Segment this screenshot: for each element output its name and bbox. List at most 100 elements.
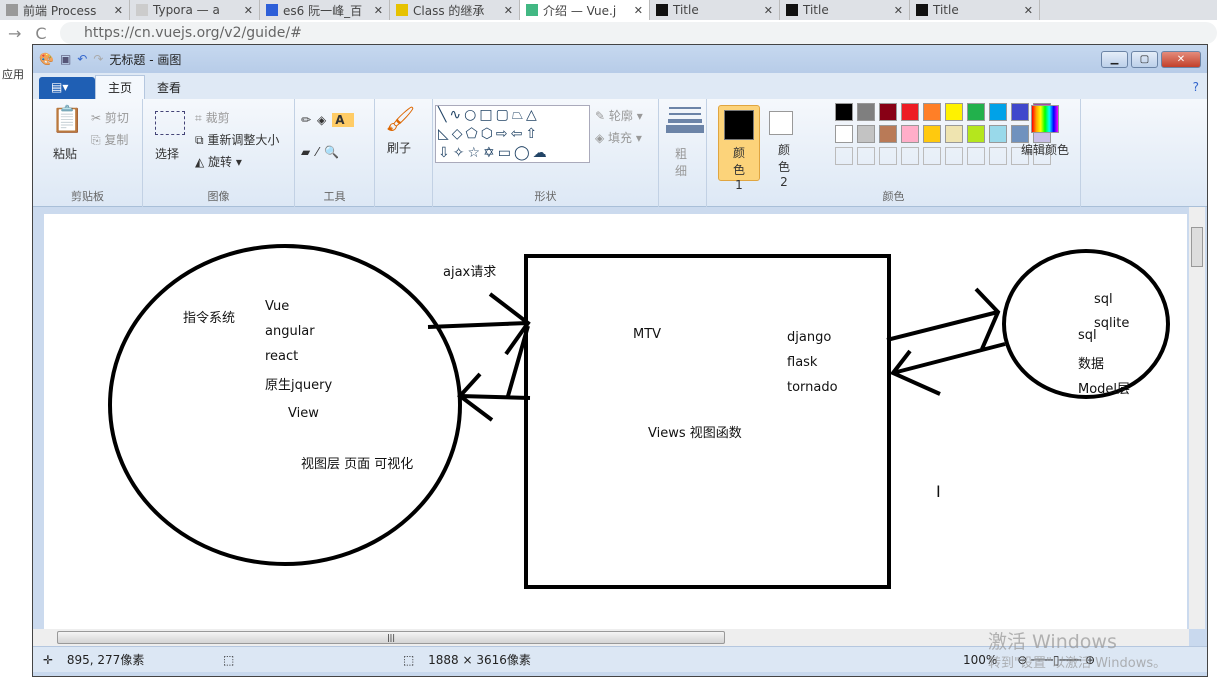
tab-home[interactable]: 主页 — [95, 75, 146, 99]
close-tab-icon[interactable]: ✕ — [1024, 4, 1033, 17]
close-tab-icon[interactable]: ✕ — [894, 4, 903, 17]
label-sql-2: sql — [1078, 328, 1097, 343]
empty-color-swatch[interactable] — [967, 147, 985, 165]
clipboard-label: 剪贴板 — [71, 190, 104, 203]
color-swatch[interactable] — [967, 125, 985, 143]
redo-icon[interactable]: ↷ — [93, 52, 103, 66]
close-tab-icon[interactable]: ✕ — [504, 4, 513, 17]
color-swatch[interactable] — [901, 125, 919, 143]
maximize-button[interactable]: ▢ — [1131, 50, 1158, 68]
color-swatch[interactable] — [967, 103, 985, 121]
vertical-scrollbar[interactable] — [1189, 207, 1205, 629]
color-swatch[interactable] — [835, 103, 853, 121]
select-icon — [155, 111, 185, 135]
color-swatch[interactable] — [879, 125, 897, 143]
color-swatch[interactable] — [879, 103, 897, 121]
empty-color-swatch[interactable] — [835, 147, 853, 165]
empty-color-swatch[interactable] — [945, 147, 963, 165]
color-swatch[interactable] — [901, 103, 919, 121]
empty-color-swatch[interactable] — [923, 147, 941, 165]
drawing-canvas[interactable]: 指令系统 Vue angular react 原生jquery View 视图层… — [44, 214, 1187, 629]
color-swatch[interactable] — [989, 103, 1007, 121]
save-icon[interactable]: ▣ — [60, 52, 71, 66]
browser-tab[interactable]: es6 阮一峰_百 ✕ — [260, 0, 390, 20]
color-swatch[interactable] — [835, 125, 853, 143]
tab-view[interactable]: 查看 — [145, 76, 193, 99]
file-menu-button[interactable]: ▤▾ — [39, 77, 95, 99]
colors-group: 颜色 1 颜色 2 编辑颜色 颜色 — [707, 99, 1081, 207]
label-sql: sql — [1094, 292, 1113, 307]
brush-button[interactable]: 刷子 — [387, 139, 411, 156]
response-arrow — [457, 325, 531, 422]
minimize-button[interactable]: ▁ — [1101, 50, 1128, 68]
apps-label[interactable]: 应用 — [2, 66, 24, 82]
outline-button[interactable]: ✎ 轮廓 ▾ — [595, 107, 643, 124]
label-flask: flask — [787, 355, 818, 370]
rotate-button[interactable]: ◭ 旋转 ▾ — [195, 153, 242, 170]
close-tab-icon[interactable]: ✕ — [764, 4, 773, 17]
close-button[interactable]: ✕ — [1161, 50, 1201, 68]
browser-tab[interactable]: 前端 Process ✕ — [0, 0, 130, 20]
clipboard-group: 📋 粘贴 ✂ 剪切 ⎘ 复制 剪贴板 — [33, 99, 143, 207]
shapes-group: ╲∿○□▢⏢△ ◺◇⬠⬡⇨⇦⇧ ⇩✧☆✡▭◯☁ ✎ 轮廓 ▾ ◈ 填充 ▾ 形状 — [433, 99, 659, 207]
color2-button[interactable]: 颜色 2 — [765, 105, 803, 189]
tab-label: Class 的继承 — [413, 3, 485, 18]
tab-label: Title — [803, 3, 829, 17]
color-swatch[interactable] — [857, 103, 875, 121]
url-field[interactable]: https://cn.vuejs.org/v2/guide/# — [60, 22, 1217, 44]
size-icon — [669, 107, 701, 109]
empty-color-swatch[interactable] — [989, 147, 1007, 165]
color-swatch[interactable] — [945, 103, 963, 121]
paint-window: 🎨 ▣ ↶ ↷ 无标题 - 画图 ▁ ▢ ✕ ▤▾ 主页 查看 ? 📋 粘贴 ✂ 剪… — [32, 44, 1208, 677]
size-button[interactable]: 粗细 — [675, 145, 689, 179]
color-swatch[interactable] — [989, 125, 1007, 143]
color-swatch[interactable] — [1011, 103, 1029, 121]
label-django: django — [787, 330, 832, 345]
empty-color-swatch[interactable] — [857, 147, 875, 165]
pycharm-icon — [786, 4, 798, 16]
image-label: 图像 — [207, 190, 230, 203]
color-swatch[interactable] — [945, 125, 963, 143]
image-size: ⬚ 1888 × 3616像素 — [403, 653, 531, 667]
activation-watermark: 激活 Windows — [988, 631, 1117, 653]
browser-tab[interactable]: Typora — a ✕ — [130, 0, 260, 20]
ribbon-tabs: ▤▾ 主页 查看 ? — [33, 73, 1207, 99]
cut-button[interactable]: ✂ 剪切 — [91, 109, 129, 126]
color-swatch[interactable] — [857, 125, 875, 143]
copy-button[interactable]: ⎘ 复制 — [91, 131, 128, 148]
color1-button[interactable]: 颜色 1 — [718, 105, 760, 192]
selection-size-icon: ⬚ — [223, 652, 235, 667]
empty-color-swatch[interactable] — [879, 147, 897, 165]
browser-tabs: 前端 Process ✕ Typora — a ✕ es6 阮一峰_百 ✕ Class 的继… — [0, 0, 1217, 20]
color-swatch[interactable] — [923, 125, 941, 143]
fill-button[interactable]: ◈ 填充 ▾ — [595, 129, 642, 146]
empty-color-swatch[interactable] — [901, 147, 919, 165]
select-button[interactable]: 选择 — [155, 145, 179, 162]
shapes-gallery[interactable]: ╲∿○□▢⏢△ ◺◇⬠⬡⇨⇦⇧ ⇩✧☆✡▭◯☁ — [435, 105, 590, 163]
close-tab-icon[interactable]: ✕ — [634, 4, 643, 17]
resize-button[interactable]: ⧉ 重新调整大小 — [195, 131, 279, 148]
typora-icon — [136, 4, 148, 16]
horizontal-scroll-thumb[interactable]: ||| — [57, 631, 725, 644]
browser-tab[interactable]: Class 的继承 ✕ — [390, 0, 520, 20]
es-icon — [396, 4, 408, 16]
crop-button[interactable]: ⌗ 裁剪 — [195, 109, 230, 126]
close-tab-icon[interactable]: ✕ — [374, 4, 383, 17]
help-icon[interactable]: ? — [1185, 80, 1207, 99]
edit-colors-button[interactable]: 编辑颜色 — [1021, 141, 1069, 158]
label-view-layer: 视图层 页面 可视化 — [301, 457, 414, 472]
nav-buttons[interactable]: →C — [0, 24, 60, 43]
close-tab-icon[interactable]: ✕ — [114, 4, 123, 17]
tool-icons-row2[interactable]: ▰⁄🔍 — [301, 145, 345, 159]
browser-tab[interactable]: 介绍 — Vue.j ✕ — [520, 0, 650, 20]
browser-tab[interactable]: Title ✕ — [780, 0, 910, 20]
tool-icons-row1[interactable]: ✏◈ A — [301, 113, 354, 127]
pycharm-icon — [656, 4, 668, 16]
undo-icon[interactable]: ↶ — [77, 52, 87, 66]
label-data: 数据 — [1078, 357, 1105, 372]
browser-tab[interactable]: Title ✕ — [910, 0, 1040, 20]
browser-tab[interactable]: Title ✕ — [650, 0, 780, 20]
paste-button[interactable]: 粘贴 — [53, 145, 77, 162]
color-swatch[interactable] — [923, 103, 941, 121]
close-tab-icon[interactable]: ✕ — [244, 4, 253, 17]
